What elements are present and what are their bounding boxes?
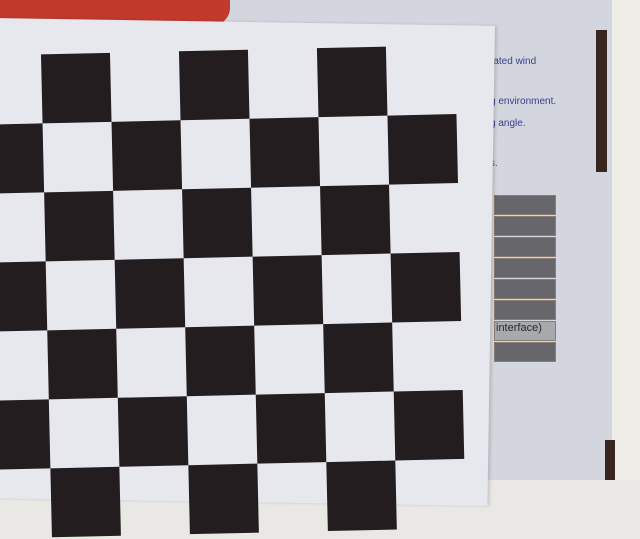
checker-square [111, 120, 183, 191]
checker-square [185, 325, 256, 397]
checker-square [252, 255, 324, 326]
checker-square [182, 187, 253, 259]
poster-bar [494, 258, 556, 278]
checker-square [114, 258, 186, 329]
stand-post [596, 30, 607, 172]
checker-square [50, 466, 121, 538]
checker-square [323, 322, 394, 394]
checker-square [0, 261, 48, 332]
poster-bar [494, 216, 556, 236]
poster-bar [494, 342, 556, 362]
poster-text-line: rated wind [490, 56, 537, 67]
poster-bar [494, 237, 556, 257]
checker-square [44, 190, 115, 262]
checker-square [326, 460, 397, 532]
checker-square [178, 49, 250, 121]
checker-square [387, 114, 459, 185]
poster-bar-label: interface) [496, 322, 542, 334]
checker-square [47, 328, 118, 400]
checker-square [320, 184, 391, 256]
checker-square [393, 389, 465, 461]
checker-square [316, 46, 388, 118]
checker-square [0, 399, 51, 470]
stand-post [605, 440, 615, 480]
checker-square [0, 123, 45, 194]
poster-text-line: g environment. [490, 96, 557, 107]
checker-square [188, 463, 259, 535]
poster-bar [494, 195, 556, 215]
poster-text-line: g angle. [490, 118, 526, 129]
poster-bar [494, 279, 556, 299]
checker-square [390, 251, 462, 323]
checker-square [40, 52, 112, 124]
poster-bar [494, 300, 556, 320]
checker-square [249, 117, 321, 188]
checker-square [255, 393, 327, 464]
checker-square [117, 396, 189, 467]
